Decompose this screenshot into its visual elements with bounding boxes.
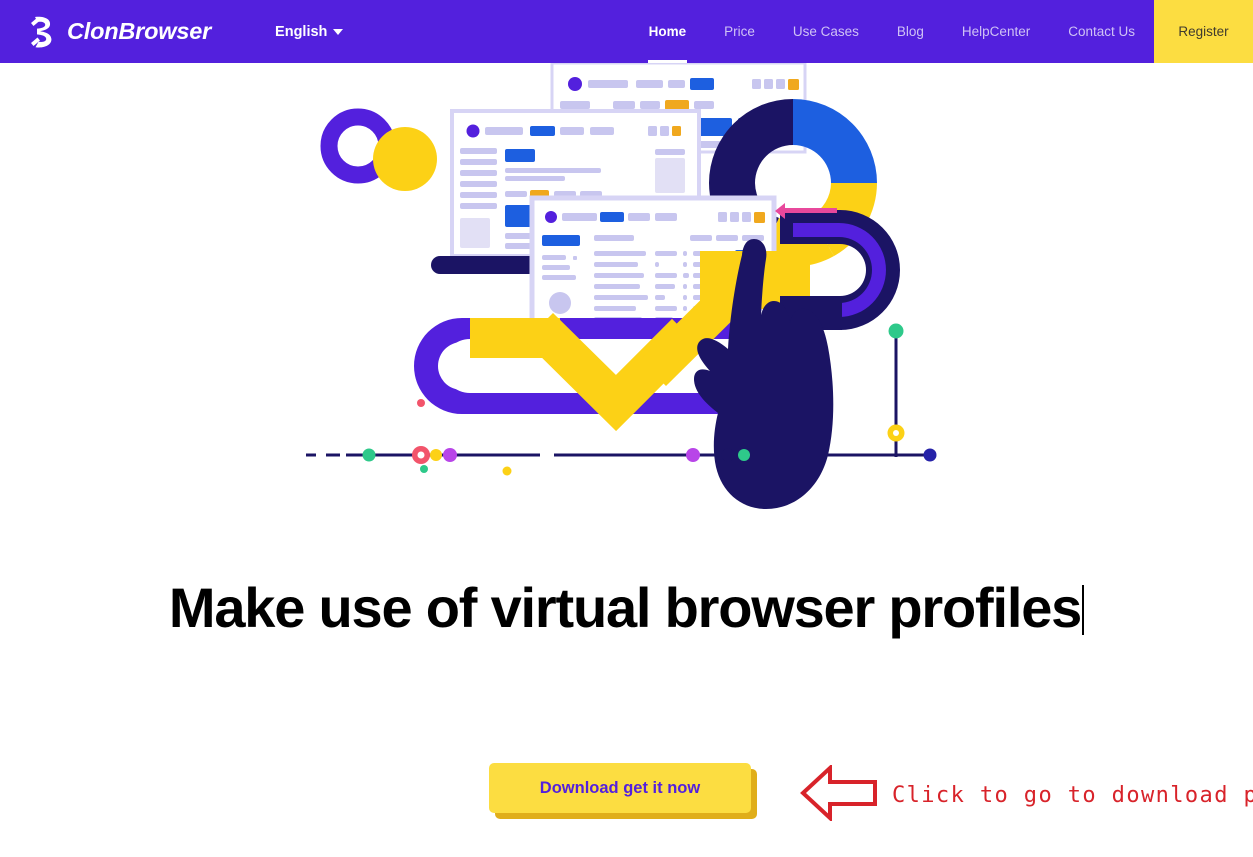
timeline-dot-yellow [430,449,442,461]
vertical-connector [887,323,905,457]
main-navigation: Home Price Use Cases Blog HelpCenter Con… [630,0,1253,63]
nav-item-blog[interactable]: Blog [878,0,943,63]
arrow-left-outline-icon [800,763,878,826]
accent-dot-pink [417,399,425,407]
chevron-down-icon [333,28,344,35]
nav-item-price[interactable]: Price [705,0,774,63]
timeline-dot-green-2 [738,449,750,461]
decorative-shapes [320,108,437,191]
language-label: English [275,23,328,40]
accent-dot-green [420,465,428,473]
annotation-callout: Click to go to download page [800,763,1253,826]
language-selector[interactable]: English [275,23,344,40]
clonbrowser-logo-icon [28,15,58,49]
nav-item-helpcenter[interactable]: HelpCenter [943,0,1049,63]
text-cursor [1082,585,1085,635]
brand-name: ClonBrowser [67,18,212,44]
page-title: Make use of virtual browser profiles [0,575,1253,640]
timeline-dot-magenta [443,448,457,462]
hero-illustration [0,63,1253,553]
timeline-dot-navy [721,448,735,462]
site-header: ClonBrowser English Home Price Use Cases… [0,0,1253,63]
accent-dot-yellow [502,466,512,476]
timeline-dot-magenta-2 [686,448,700,462]
timeline-dot-green [362,448,376,462]
annotation-text: Click to go to download page [892,783,1253,808]
timeline-dot-end [923,448,937,462]
download-button[interactable]: Download get it now [489,763,751,813]
brand-logo[interactable]: ClonBrowser [28,15,211,49]
register-button[interactable]: Register [1154,0,1253,63]
download-cta-wrapper: Download get it now [489,763,757,819]
nav-item-home[interactable]: Home [630,0,706,63]
page-title-text: Make use of virtual browser profiles [168,576,1082,639]
nav-item-use-cases[interactable]: Use Cases [774,0,878,63]
timeline-axis [306,446,937,464]
nav-item-contact-us[interactable]: Contact Us [1049,0,1154,63]
